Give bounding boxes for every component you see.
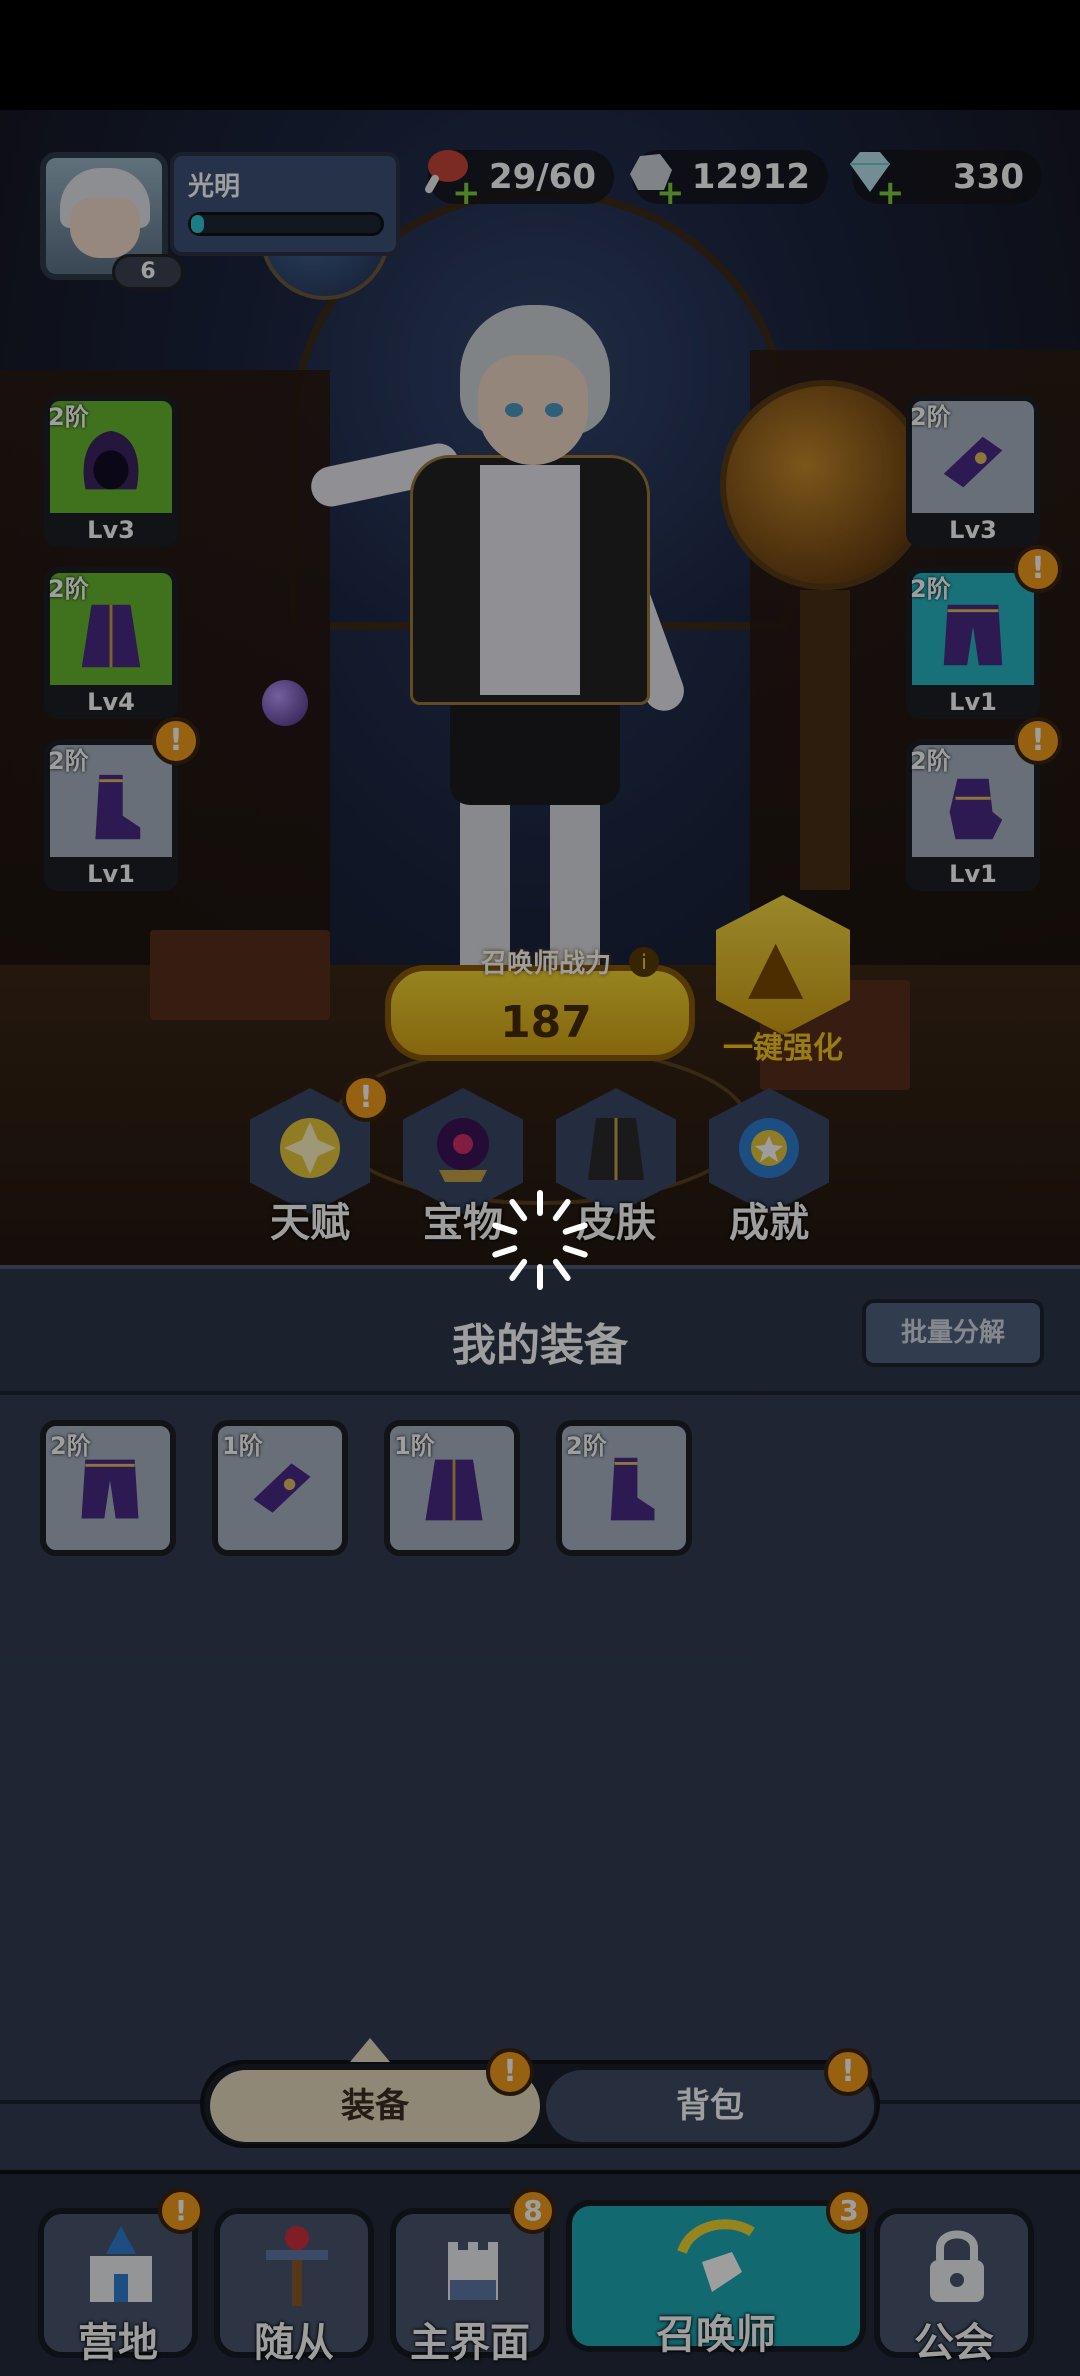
staff-icon [252, 2220, 342, 2310]
castle-icon [76, 2220, 166, 2310]
loading-spinner-icon [490, 1190, 590, 1290]
feature-label: 成就 [729, 1200, 809, 1246]
slot-tier: 2阶 [48, 403, 89, 431]
slot-tier: 2阶 [910, 747, 951, 775]
nav-label: 公会 [914, 2320, 994, 2366]
info-icon[interactable]: i [629, 947, 659, 977]
exp-bar [188, 212, 384, 236]
power-value: 187 [500, 997, 592, 1048]
player-level: 6 [112, 254, 184, 290]
boots-icon [72, 769, 150, 847]
up-arrow-icon: ▲ [748, 923, 804, 1007]
talent-star-icon [272, 1110, 348, 1186]
add-gems-icon[interactable]: + [876, 176, 905, 210]
upgrade-alert-icon: ! [1014, 717, 1062, 765]
nav-staff[interactable]: 随从 [214, 2208, 374, 2366]
upgrade-all-button[interactable]: ▲ 一键强化 [708, 895, 858, 1066]
nav-summon-hand[interactable]: 召唤师 [566, 2200, 866, 2358]
feature-alert-icon: ! [342, 1074, 390, 1122]
slot-tier: 2阶 [48, 747, 89, 775]
equip-slot-left-robe[interactable]: 2阶 Lv4 [44, 567, 178, 719]
player-name-box: 光明 [170, 152, 400, 256]
exp-bar-fill [191, 215, 205, 233]
slot-level: Lv1 [906, 685, 1040, 719]
slot-tier: 2阶 [910, 403, 951, 431]
gems-resource[interactable]: + 330 [850, 150, 1042, 210]
equip-slot-right-belt[interactable]: 2阶 Lv3 [906, 395, 1040, 547]
inventory-item-boots[interactable]: 2阶 [556, 1420, 692, 1556]
batch-dismantle-button[interactable]: 批量分解 [862, 1299, 1044, 1367]
summon-hand-icon [672, 2212, 762, 2302]
equip-slot-right-pants[interactable]: 2阶 Lv1 [906, 567, 1040, 719]
player-name: 光明 [188, 172, 241, 202]
slot-tier: 2阶 [910, 575, 951, 603]
equip-slot-left-boots[interactable]: 2阶 Lv1 [44, 739, 178, 891]
tab-bar: 装备 背包 [200, 2060, 880, 2148]
item-tier: 1阶 [394, 1432, 435, 1460]
slot-level: Lv4 [44, 685, 178, 719]
hood-icon [72, 425, 150, 503]
summoner-character[interactable] [300, 295, 720, 1055]
slot-tier: 2阶 [48, 575, 89, 603]
achievement-medal-icon [731, 1110, 807, 1186]
upgrade-all-label: 一键强化 [723, 1031, 843, 1066]
feature-label: 天赋 [270, 1200, 350, 1246]
tab-pointer [350, 2038, 390, 2062]
slot-level: Lv1 [44, 857, 178, 891]
upgrade-alert-icon: ! [1014, 545, 1062, 593]
summoner-power-panel[interactable]: 召唤师战力 i 187 [385, 947, 695, 1061]
golden-globe [720, 380, 930, 590]
nav-label: 营地 [78, 2320, 158, 2366]
belt-icon [244, 1452, 320, 1528]
lock-icon [912, 2220, 1002, 2310]
pants-icon [934, 597, 1012, 675]
coins-resource[interactable]: + 12912 [630, 150, 828, 210]
nav-label: 主界面 [410, 2320, 530, 2366]
slot-level: Lv3 [44, 513, 178, 547]
inventory-item-belt[interactable]: 1阶 [212, 1420, 348, 1556]
slot-level: Lv1 [906, 857, 1040, 891]
gems-value: 330 [953, 157, 1024, 197]
nav-lock[interactable]: 公会 [874, 2208, 1034, 2366]
add-stamina-icon[interactable]: + [452, 176, 481, 210]
robe-icon [416, 1452, 492, 1528]
feature-button-achievement-medal[interactable]: 成就 [701, 1088, 837, 1248]
magic-circle [330, 1045, 750, 1205]
coins-value: 12912 [691, 157, 810, 197]
inventory-item-robe[interactable]: 1阶 [384, 1420, 520, 1556]
skin-outfit-icon [578, 1110, 654, 1186]
nav-label: 随从 [254, 2320, 334, 2366]
nav-badge: 8 [510, 2188, 556, 2234]
pants-icon [72, 1452, 148, 1528]
boots-icon [588, 1452, 664, 1528]
inventory-item-pants[interactable]: 2阶 [40, 1420, 176, 1556]
treasure-orb-icon [425, 1110, 501, 1186]
item-tier: 2阶 [566, 1432, 607, 1460]
nav-label: 召唤师 [656, 2312, 776, 2358]
stamina-resource[interactable]: + 29/60 [425, 150, 614, 210]
belt-icon [934, 425, 1012, 503]
player-profile[interactable]: 光明 6 [40, 152, 400, 290]
equip-slot-left-hood[interactable]: 2阶 Lv3 [44, 395, 178, 547]
bottom-navigation: 营地! 随从 主界面 8 召唤师 3 公会 [0, 2170, 1080, 2376]
bag-tab-alert-icon: ! [824, 2048, 872, 2096]
globe-stand [800, 590, 850, 890]
equip-tab-alert-icon: ! [486, 2048, 534, 2096]
item-tier: 2阶 [50, 1432, 91, 1460]
nav-badge: ! [158, 2188, 204, 2234]
nav-badge: 3 [826, 2188, 872, 2234]
slot-level: Lv3 [906, 513, 1040, 547]
add-coins-icon[interactable]: + [656, 176, 685, 210]
robe-icon [72, 597, 150, 675]
equip-slot-right-gloves[interactable]: 2阶 Lv1 [906, 739, 1040, 891]
gloves-icon [934, 769, 1012, 847]
item-tier: 1阶 [222, 1432, 263, 1460]
stamina-value: 29/60 [488, 157, 596, 197]
upgrade-alert-icon: ! [152, 717, 200, 765]
fortress-icon [428, 2220, 518, 2310]
